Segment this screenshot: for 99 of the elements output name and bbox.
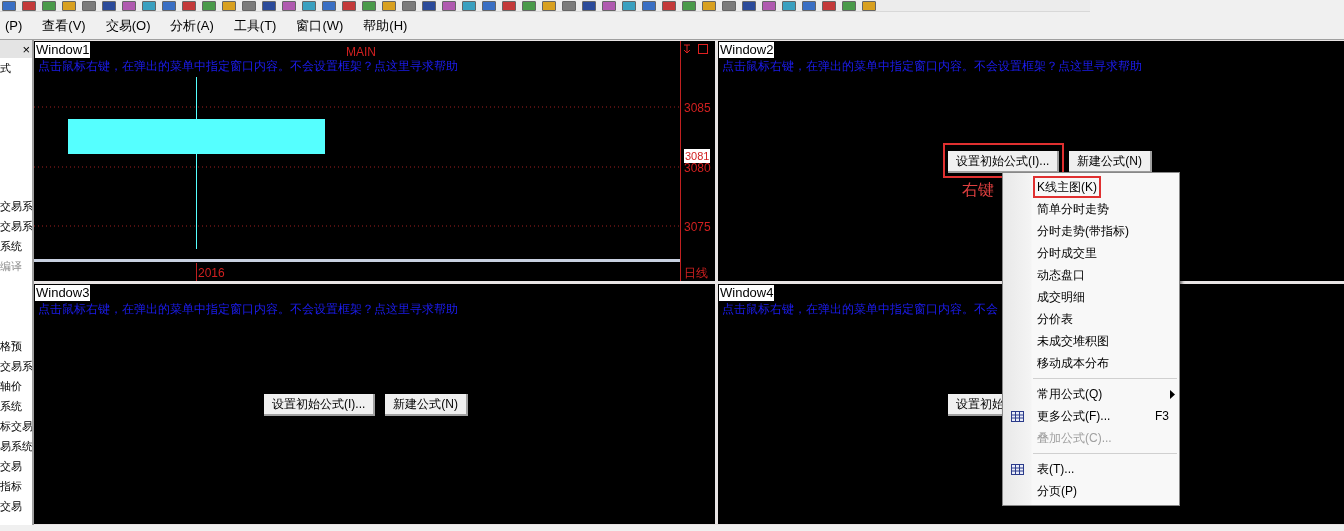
toolbar-icon[interactable] <box>42 0 56 11</box>
toolbar-icon[interactable] <box>462 0 476 11</box>
menu-item[interactable]: K线主图(K) <box>1003 176 1179 198</box>
toolbar-icon[interactable] <box>2 0 16 11</box>
toolbar-icon[interactable] <box>302 0 316 11</box>
panel-item[interactable]: 交易 <box>0 496 32 516</box>
toolbar-icon[interactable] <box>382 0 396 11</box>
shortcut-text: F3 <box>1155 408 1169 425</box>
menu-item[interactable]: 未成交堆积图 <box>1003 330 1179 352</box>
submenu-arrow-icon <box>1170 389 1175 399</box>
last-price-marker: 3081 <box>684 149 711 163</box>
formula-button[interactable]: 新建公式(N) <box>1069 151 1152 173</box>
toolbar-icon[interactable] <box>522 0 536 11</box>
panel-item[interactable]: 易系统 <box>0 436 32 456</box>
menu-item[interactable]: 动态盘口 <box>1003 264 1179 286</box>
toolbar-icon[interactable] <box>442 0 456 11</box>
toolbar-icon[interactable] <box>62 0 76 11</box>
menu-item[interactable]: 分时成交里 <box>1003 242 1179 264</box>
panel-item[interactable]: 交易 <box>0 456 32 476</box>
panel-item[interactable]: 交易系 <box>0 356 32 376</box>
menu-item[interactable]: 分析(A) <box>167 15 217 36</box>
toolbar-icon[interactable] <box>762 0 776 11</box>
toolbar-icon[interactable] <box>482 0 496 11</box>
toolbar-icon[interactable] <box>722 0 736 11</box>
panel-item[interactable]: 式 <box>0 58 32 78</box>
toolbar-icon[interactable] <box>822 0 836 11</box>
toolbar-icon[interactable] <box>402 0 416 11</box>
toolbar-icon[interactable] <box>342 0 356 11</box>
menu-item[interactable]: 帮助(H) <box>360 15 411 36</box>
toolbar-icon[interactable] <box>82 0 96 11</box>
menu-item[interactable]: 表(T)... <box>1003 458 1179 480</box>
menu-item[interactable]: 成交明细 <box>1003 286 1179 308</box>
toolbar-icon[interactable] <box>702 0 716 11</box>
maximize-icon[interactable] <box>698 44 708 54</box>
date-tick <box>196 262 197 281</box>
menu-item[interactable]: 查看(V) <box>39 15 89 36</box>
menu-item[interactable]: 窗口(W) <box>293 15 347 36</box>
toolbar-icon[interactable] <box>202 0 216 11</box>
toolbar-icon[interactable] <box>142 0 156 11</box>
toolbar-icon[interactable] <box>742 0 756 11</box>
menu-item[interactable]: 简单分时走势 <box>1003 198 1179 220</box>
period-label: 日线 <box>684 266 708 281</box>
toolbar-icon[interactable] <box>222 0 236 11</box>
toolbar-icon[interactable] <box>642 0 656 11</box>
toolbar-icon[interactable] <box>602 0 616 11</box>
toolbar-icon[interactable] <box>262 0 276 11</box>
date-label: 2016 <box>198 266 225 281</box>
formula-button[interactable]: 设置初始公式(I)... <box>264 394 376 416</box>
chart-label: MAIN <box>346 44 376 60</box>
window-title: Window2 <box>719 42 775 58</box>
formula-button[interactable]: 设置初始公式(I)... <box>948 151 1060 173</box>
toolbar-icon[interactable] <box>502 0 516 11</box>
window-title: Window3 <box>35 285 91 301</box>
panel-item[interactable]: 系统 <box>0 236 32 256</box>
menu-item[interactable]: 移动成本分布 <box>1003 352 1179 374</box>
toolbar-icon[interactable] <box>422 0 436 11</box>
toolbar-icon[interactable] <box>842 0 856 11</box>
toolbar-icon[interactable] <box>682 0 696 11</box>
toolbar-icon[interactable] <box>282 0 296 11</box>
toolbar-icon[interactable] <box>102 0 116 11</box>
toolbar-icon[interactable] <box>562 0 576 11</box>
toolbar-icon[interactable] <box>542 0 556 11</box>
menu-item[interactable]: 分页(P) <box>1003 480 1179 502</box>
table-icon <box>1009 409 1025 423</box>
close-icon[interactable]: × <box>22 42 30 56</box>
menu-item[interactable]: 交易(O) <box>102 15 154 36</box>
annotation-text: 右键 <box>962 180 994 200</box>
toolbar-icon[interactable] <box>802 0 816 11</box>
panel-item[interactable]: 交易系 <box>0 216 32 236</box>
toolbar-icon[interactable] <box>582 0 596 11</box>
price-label: 3085 <box>684 100 711 117</box>
menu-item[interactable]: 分时走势(带指标) <box>1003 220 1179 242</box>
toolbar-icon[interactable] <box>242 0 256 11</box>
toolbar-icon[interactable] <box>122 0 136 11</box>
toolbar-icon[interactable] <box>362 0 376 11</box>
panel-item[interactable]: 轴价 <box>0 376 32 396</box>
toolbar-icon[interactable] <box>162 0 176 11</box>
window-title: Window1 <box>35 42 91 58</box>
panel-item[interactable]: 交易系 <box>0 196 32 216</box>
menu-item[interactable]: 分价表 <box>1003 308 1179 330</box>
panel-item[interactable]: 指标 <box>0 476 32 496</box>
menu-item[interactable]: (P) <box>2 15 26 36</box>
panel-item[interactable]: 标交易 <box>0 416 32 436</box>
axis-icon[interactable] <box>683 44 691 54</box>
panel-item[interactable]: 系统 <box>0 396 32 416</box>
price-label: 3080 <box>684 160 711 177</box>
toolbar-icon[interactable] <box>622 0 636 11</box>
toolbar-icon[interactable] <box>862 0 876 11</box>
toolbar-icon[interactable] <box>662 0 676 11</box>
price-label: 3075 <box>684 219 711 236</box>
toolbar-icon[interactable] <box>782 0 796 11</box>
toolbar-icon[interactable] <box>22 0 36 11</box>
table-icon <box>1009 462 1025 476</box>
formula-button[interactable]: 新建公式(N) <box>385 394 468 416</box>
toolbar-icon[interactable] <box>182 0 196 11</box>
window-title: Window4 <box>719 285 775 301</box>
panel-item[interactable]: 格预 <box>0 336 32 356</box>
menu-item[interactable]: 工具(T) <box>230 15 280 36</box>
toolbar-icon[interactable] <box>322 0 336 11</box>
